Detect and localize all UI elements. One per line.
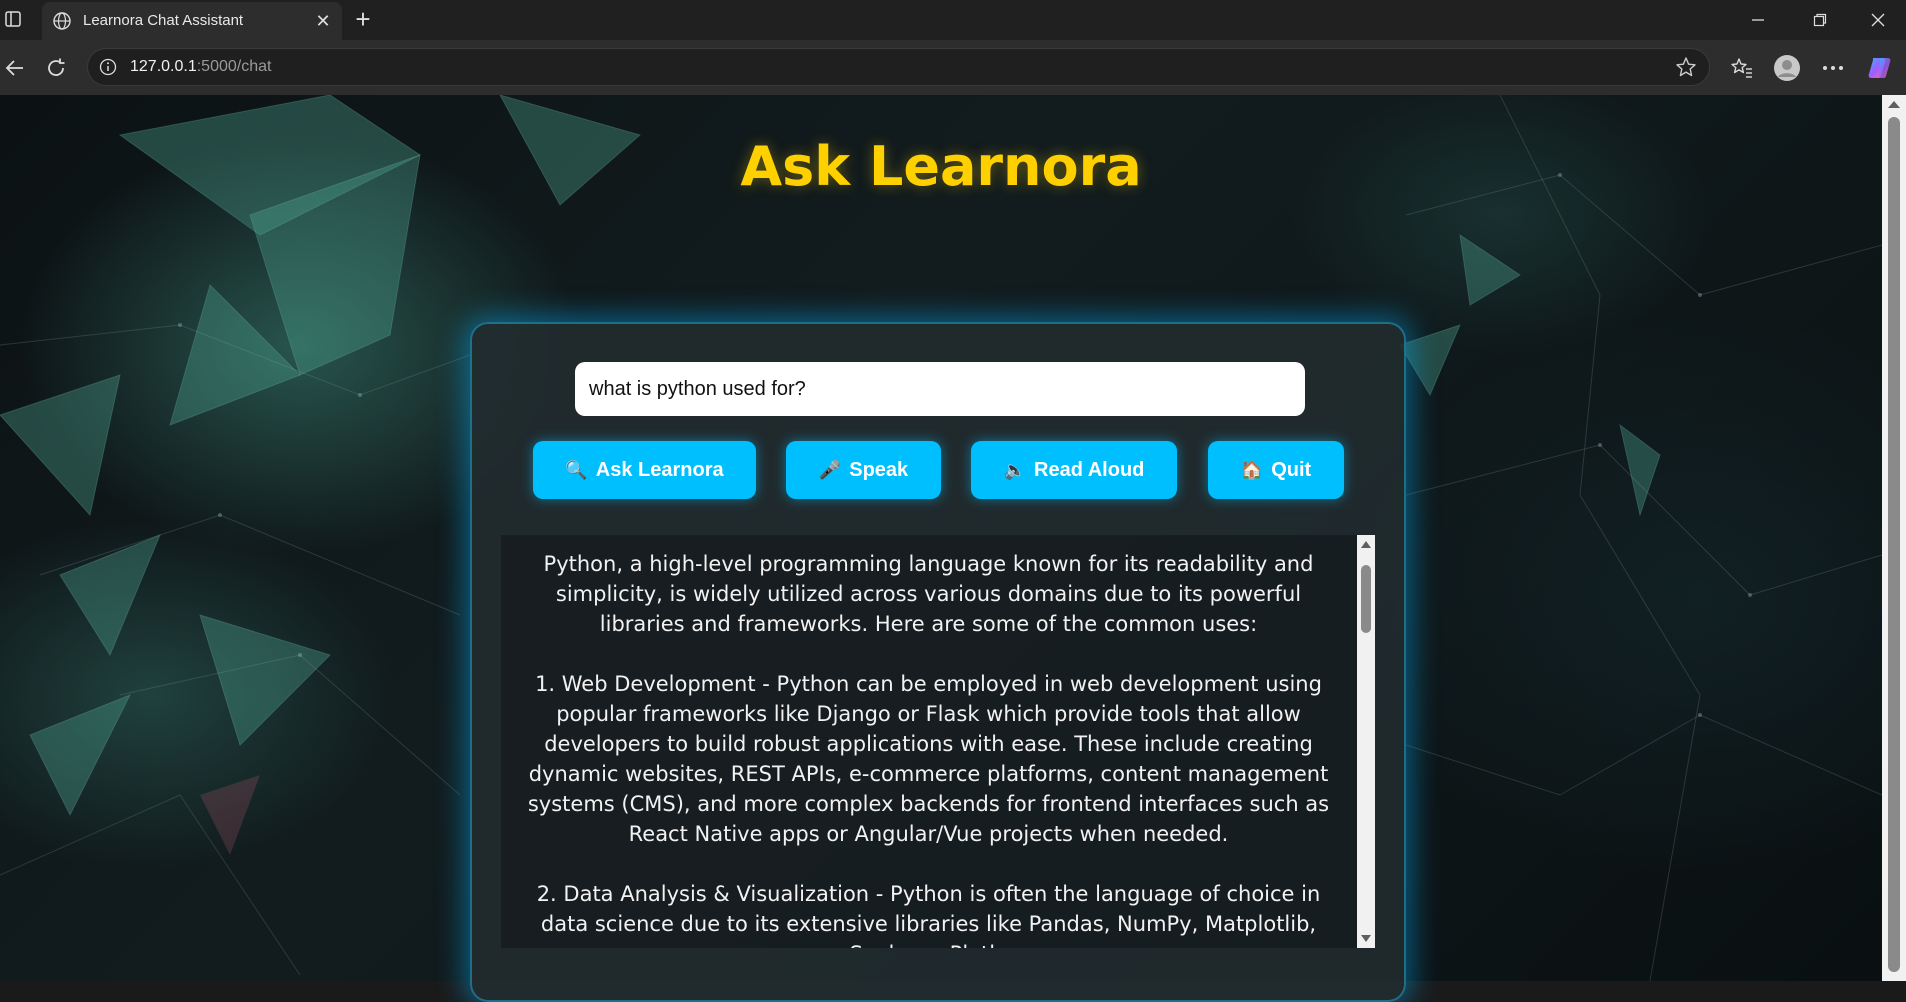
page-scrollbar[interactable] [1882,95,1906,981]
url-text: 127.0.0.1:5000/chat [130,58,271,76]
reload-icon[interactable] [41,53,71,83]
plus-icon[interactable]: + [350,6,376,32]
quit-button[interactable]: 🏠 Quit [1208,441,1344,499]
question-input[interactable] [575,362,1305,416]
read-aloud-button[interactable]: 🔈 Read Aloud [971,441,1177,499]
url-path: :5000/chat [196,58,272,75]
window-close-icon[interactable] [1863,8,1893,32]
address-bar: 127.0.0.1:5000/chat [0,40,1906,95]
url-bar[interactable]: 127.0.0.1:5000/chat [87,48,1710,86]
copilot-icon[interactable] [1865,53,1895,83]
answer-scrollbar-thumb[interactable] [1361,565,1371,633]
scroll-up-icon[interactable] [1888,101,1900,108]
browser-tab[interactable]: Learnora Chat Assistant ✕ [42,2,342,40]
scrollbar-thumb[interactable] [1888,117,1900,972]
more-icon[interactable] [1818,53,1848,83]
answer-box[interactable]: Python, a high-level programming languag… [501,535,1375,948]
read-aloud-label: Read Aloud [1034,458,1145,481]
speak-label: Speak [849,458,909,481]
profile-icon[interactable] [1772,53,1802,83]
sidebar-toggle-icon[interactable] [2,8,24,30]
close-icon[interactable]: ✕ [312,10,334,32]
tab-title: Learnora Chat Assistant [83,12,244,29]
speaker-icon: 🔈 [1003,459,1027,480]
info-icon[interactable] [99,58,117,76]
microphone-icon: 🎤 [818,459,842,480]
ask-learnora-button[interactable]: 🔍 Ask Learnora [533,441,756,499]
quit-label: Quit [1271,458,1312,481]
page-title: Ask Learnora [740,135,1142,198]
browser-tab-bar: Learnora Chat Assistant ✕ + [0,0,1906,40]
star-icon[interactable] [1675,56,1697,78]
favorites-icon[interactable] [1727,53,1757,83]
scroll-down-icon[interactable] [1361,935,1371,942]
speak-button[interactable]: 🎤 Speak [786,441,941,499]
chat-panel: 🔍 Ask Learnora 🎤 Speak 🔈 Read Aloud 🏠 Qu… [470,322,1406,1002]
scroll-up-icon[interactable] [1361,541,1371,548]
answer-scrollbar[interactable] [1357,535,1375,948]
globe-icon [52,11,72,31]
url-host: 127.0.0.1 [130,58,197,75]
back-arrow-icon[interactable] [0,53,30,83]
answer-text: Python, a high-level programming languag… [527,552,1330,948]
minimize-icon[interactable] [1743,8,1773,32]
ask-learnora-label: Ask Learnora [595,458,724,481]
home-icon: 🏠 [1240,459,1264,480]
search-icon: 🔍 [565,459,588,480]
restore-icon[interactable] [1805,8,1835,32]
